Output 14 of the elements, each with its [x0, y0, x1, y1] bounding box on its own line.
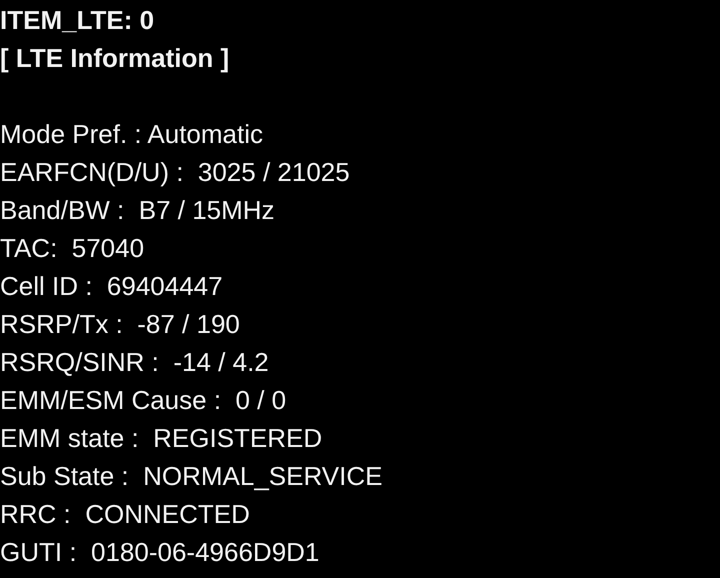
info-line: EARFCN(D/U) : 3025 / 21025 — [0, 156, 350, 189]
info-line: Sub State : NORMAL_SERVICE — [0, 460, 382, 493]
info-line: Mode Pref. : Automatic — [0, 118, 264, 151]
info-line: Band/BW : B7 / 15MHz — [0, 194, 275, 227]
info-line: RSRQ/SINR : -14 / 4.2 — [0, 346, 269, 379]
info-line: EMM state : REGISTERED — [0, 422, 322, 455]
info-line: Cell ID : 69404447 — [0, 270, 223, 303]
section-header: [ LTE Information ] — [0, 42, 230, 75]
info-line: EMM/ESM Cause : 0 / 0 — [0, 384, 286, 417]
info-line: GUTI : 0180-06-4966D9D1 — [0, 536, 320, 569]
section-header: ITEM_LTE: 0 — [0, 4, 154, 37]
info-line: RSRP/Tx : -87 / 190 — [0, 308, 240, 341]
info-line: TAC: 57040 — [0, 232, 144, 265]
info-line: RRC : CONNECTED — [0, 498, 250, 531]
